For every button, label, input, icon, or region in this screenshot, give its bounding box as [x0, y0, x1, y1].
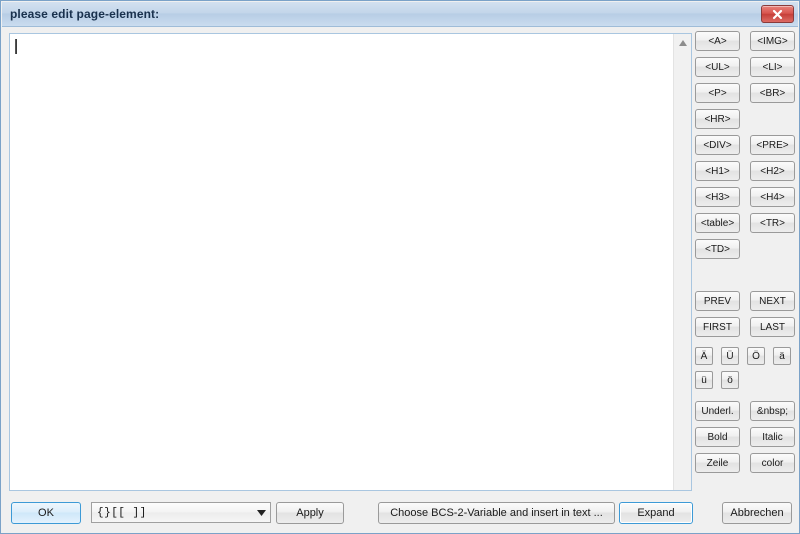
format-button-italic[interactable]: Italic [750, 427, 795, 447]
edit-page-element-dialog: please edit page-element: <A> <IMG> <UL>… [0, 0, 800, 534]
choose-bcs2-variable-button[interactable]: Choose BCS-2-Variable and insert in text… [378, 502, 615, 524]
tag-button-h3[interactable]: <H3> [695, 187, 740, 207]
char-button-u-umlaut-lower[interactable]: ü [695, 371, 713, 389]
char-button-o-umlaut-lower[interactable]: ö [721, 371, 739, 389]
page-element-textarea[interactable] [10, 34, 673, 490]
nav-button-first[interactable]: FIRST [695, 317, 740, 337]
umlaut-button-grid: Ä Ü Ö ä ü ö [695, 347, 795, 389]
char-button-a-umlaut-upper[interactable]: Ä [695, 347, 713, 365]
ok-button[interactable]: OK [11, 502, 81, 524]
apply-button[interactable]: Apply [276, 502, 344, 524]
tag-button-div[interactable]: <DIV> [695, 135, 740, 155]
titlebar: please edit page-element: [2, 2, 798, 27]
variable-combobox-value: {}[[ ]] [97, 506, 147, 519]
char-button-o-umlaut-upper[interactable]: Ö [747, 347, 765, 365]
tag-button-table[interactable]: <table> [695, 213, 740, 233]
html-tag-button-grid: <A> <IMG> <UL> <LI> <P> <BR> <HR> <DIV> … [695, 31, 795, 259]
text-caret [15, 39, 17, 54]
navigation-button-grid: PREV NEXT FIRST LAST [695, 291, 795, 337]
cancel-button[interactable]: Abbrechen [722, 502, 792, 524]
chevron-down-icon[interactable] [252, 503, 270, 522]
tag-button-img[interactable]: <IMG> [750, 31, 795, 51]
tag-button-hr[interactable]: <HR> [695, 109, 740, 129]
tag-button-li[interactable]: <LI> [750, 57, 795, 77]
tag-button-h2[interactable]: <H2> [750, 161, 795, 181]
tag-button-h4[interactable]: <H4> [750, 187, 795, 207]
format-button-color[interactable]: color [750, 453, 795, 473]
char-button-u-umlaut-upper[interactable]: Ü [721, 347, 739, 365]
tag-button-pre[interactable]: <PRE> [750, 135, 795, 155]
nav-button-last[interactable]: LAST [750, 317, 795, 337]
close-icon [772, 9, 783, 20]
nav-button-next[interactable]: NEXT [750, 291, 795, 311]
editor-vertical-scrollbar[interactable] [673, 34, 691, 490]
tag-button-a[interactable]: <A> [695, 31, 740, 51]
bottom-toolbar: OK {}[[ ]] Apply Choose BCS-2-Variable a… [1, 495, 799, 533]
format-button-bold[interactable]: Bold [695, 427, 740, 447]
close-button[interactable] [761, 5, 794, 23]
tag-button-tr[interactable]: <TR> [750, 213, 795, 233]
scroll-track[interactable] [674, 51, 691, 490]
tag-button-h1[interactable]: <H1> [695, 161, 740, 181]
tag-button-ul[interactable]: <UL> [695, 57, 740, 77]
window-title: please edit page-element: [10, 7, 160, 21]
char-button-a-umlaut-lower[interactable]: ä [773, 347, 791, 365]
tag-toolbar-panel: <A> <IMG> <UL> <LI> <P> <BR> <HR> <DIV> … [695, 31, 795, 493]
editor-container [9, 33, 692, 491]
variable-combobox[interactable]: {}[[ ]] [91, 502, 271, 523]
format-button-zeile[interactable]: Zeile [695, 453, 740, 473]
editor-content [15, 39, 671, 55]
tag-button-p[interactable]: <P> [695, 83, 740, 103]
expand-button[interactable]: Expand [619, 502, 693, 524]
nav-button-prev[interactable]: PREV [695, 291, 740, 311]
tag-button-td[interactable]: <TD> [695, 239, 740, 259]
format-button-grid: Underl. &nbsp; Bold Italic Zeile color [695, 401, 795, 473]
scroll-up-arrow-icon[interactable] [674, 34, 691, 51]
format-button-nbsp[interactable]: &nbsp; [750, 401, 795, 421]
tag-button-br[interactable]: <BR> [750, 83, 795, 103]
format-button-underline[interactable]: Underl. [695, 401, 740, 421]
